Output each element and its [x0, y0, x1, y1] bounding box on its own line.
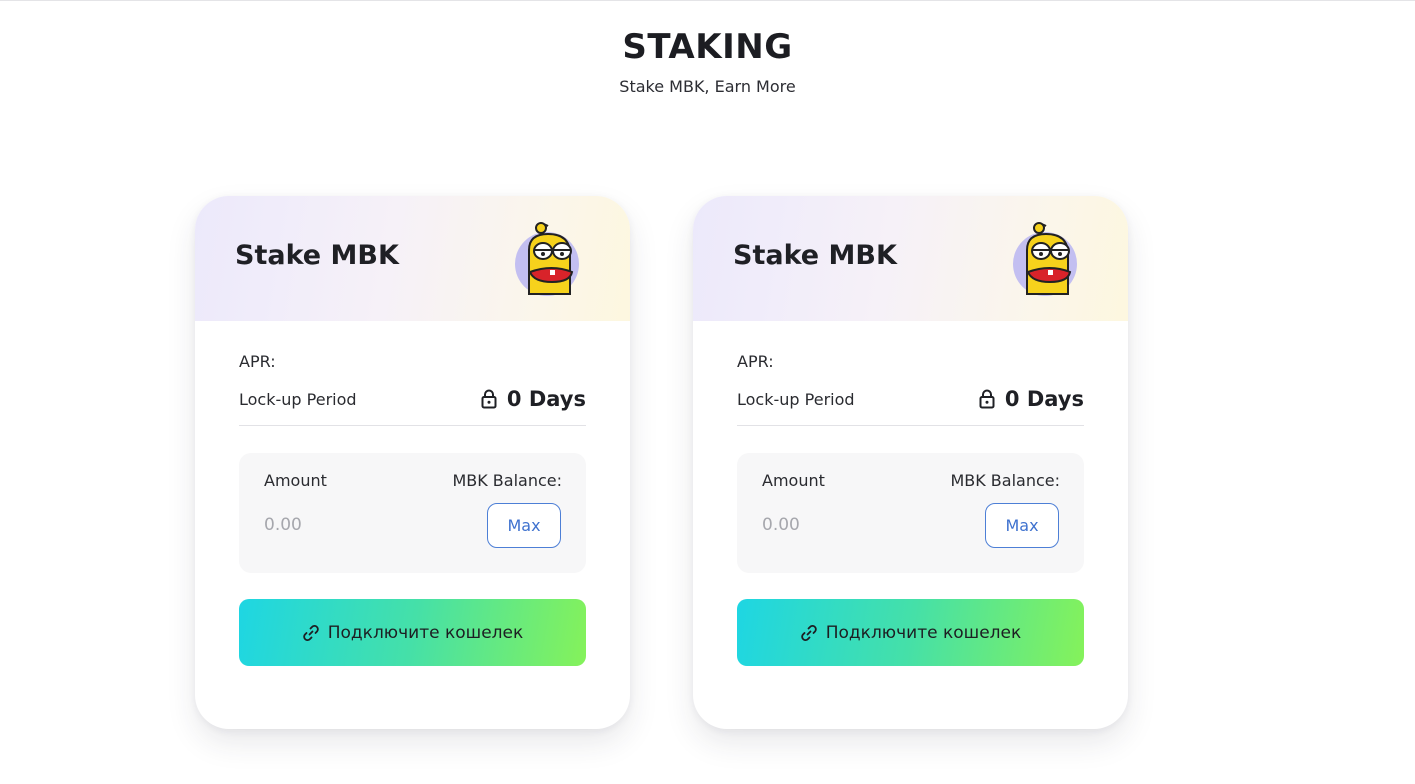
amount-label: Amount — [762, 471, 825, 490]
card-body: APR: Lock-up Period 0 Days Amount MBK Ba… — [693, 321, 1128, 666]
amount-input[interactable] — [264, 513, 464, 537]
divider — [737, 425, 1084, 426]
apr-label: APR: — [239, 352, 276, 371]
amount-header: Amount MBK Balance: — [762, 471, 1060, 491]
apr-label: APR: — [737, 352, 774, 371]
lockup-label: Lock-up Period — [239, 389, 357, 409]
duck-mascot-icon — [515, 222, 579, 296]
amount-panel: Amount MBK Balance: Max — [737, 453, 1084, 573]
link-icon — [303, 624, 319, 641]
page-header: STAKING Stake MBK, Earn More — [0, 27, 1415, 97]
page-subtitle: Stake MBK, Earn More — [619, 77, 796, 96]
lock-icon — [481, 389, 497, 409]
stake-card: Stake MBK APR: Lock-up Period 0 Days Amo… — [195, 196, 630, 729]
card-header: Stake MBK — [195, 196, 630, 321]
amount-input[interactable] — [762, 513, 962, 537]
lockup-row: Lock-up Period 0 Days — [239, 387, 586, 411]
card-title: Stake MBK — [733, 240, 897, 271]
connect-wallet-button[interactable]: Подключите кошелек — [737, 599, 1084, 666]
card-title: Stake MBK — [235, 240, 399, 271]
duck-mascot-icon — [1013, 222, 1077, 296]
connect-wallet-button[interactable]: Подключите кошелек — [239, 599, 586, 666]
connect-wallet-label: Подключите кошелек — [327, 622, 524, 643]
lockup-row: Lock-up Period 0 Days — [737, 387, 1084, 411]
amount-label: Amount — [264, 471, 327, 490]
link-icon — [801, 624, 817, 641]
page-title: STAKING — [622, 27, 793, 67]
balance-label: MBK Balance: — [452, 471, 562, 490]
lockup-value: 0 Days — [979, 387, 1084, 411]
card-body: APR: Lock-up Period 0 Days Amount MBK Ba… — [195, 321, 630, 666]
lockup-label: Lock-up Period — [737, 389, 855, 409]
max-button[interactable]: Max — [985, 503, 1059, 548]
balance-label: MBK Balance: — [950, 471, 1060, 490]
amount-header: Amount MBK Balance: — [264, 471, 562, 491]
amount-panel: Amount MBK Balance: Max — [239, 453, 586, 573]
card-header: Stake MBK — [693, 196, 1128, 321]
max-button[interactable]: Max — [487, 503, 561, 548]
lock-icon — [979, 389, 995, 409]
divider — [239, 425, 586, 426]
lockup-days: 0 Days — [506, 387, 586, 411]
stake-card: Stake MBK APR: Lock-up Period 0 Days Amo… — [693, 196, 1128, 729]
lockup-days: 0 Days — [1004, 387, 1084, 411]
connect-wallet-label: Подключите кошелек — [825, 622, 1022, 643]
lockup-value: 0 Days — [481, 387, 586, 411]
